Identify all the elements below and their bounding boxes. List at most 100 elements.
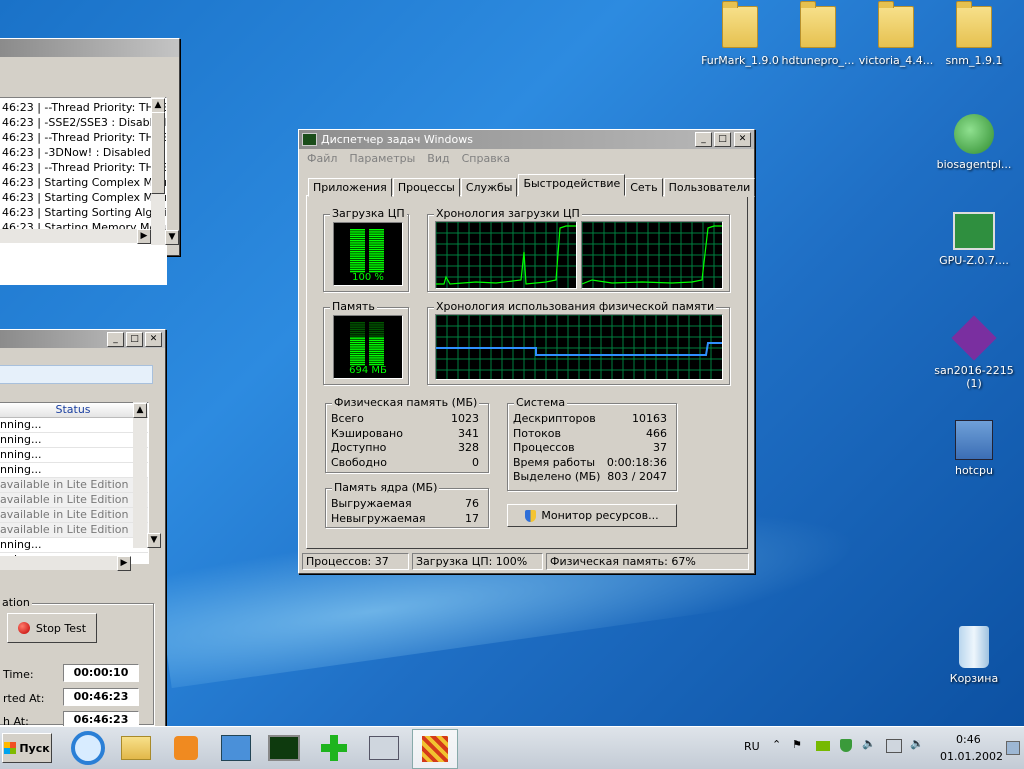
desktop-icon-4[interactable]: biosagentpl... bbox=[929, 114, 1019, 171]
maximize-icon[interactable]: □ bbox=[714, 132, 731, 147]
desktop-icon-2[interactable]: victoria_4.4... bbox=[851, 1, 941, 67]
security-icon[interactable] bbox=[840, 739, 852, 752]
status-table[interactable]: Status nning... nning... nning... nning... a… bbox=[0, 402, 149, 564]
close-icon[interactable]: ✕ bbox=[734, 132, 751, 147]
taskbar-button-1[interactable] bbox=[114, 729, 158, 767]
speaker-icon[interactable]: 🔉 bbox=[910, 737, 924, 750]
tab-2[interactable]: Службы bbox=[460, 178, 518, 197]
desktop-icon-1[interactable]: hdtunepro_... bbox=[773, 1, 863, 67]
status-vscrollbar[interactable]: ▲ ▼ bbox=[133, 402, 161, 548]
status-row[interactable]: available in Lite Edition bbox=[0, 478, 148, 493]
status-row[interactable]: nning... bbox=[0, 463, 148, 478]
tab-5[interactable]: Пользователи bbox=[663, 178, 756, 197]
shield-icon bbox=[525, 509, 537, 522]
scroll-right-icon[interactable]: ▶ bbox=[117, 556, 131, 571]
stat-name: Потоков bbox=[513, 426, 561, 440]
header-band bbox=[0, 365, 153, 384]
status-row[interactable]: nning... bbox=[0, 538, 148, 553]
status-row[interactable]: nning... bbox=[0, 448, 148, 463]
taskbar-button-3[interactable] bbox=[214, 729, 258, 767]
desktop-icon-8[interactable]: Корзина bbox=[929, 626, 1019, 685]
tab-4[interactable]: Сеть bbox=[625, 178, 663, 197]
stat-value: 37 bbox=[653, 441, 667, 454]
language-indicator[interactable]: RU bbox=[744, 740, 760, 753]
nvidia-icon[interactable] bbox=[816, 741, 830, 751]
log-line: 46:23 | Starting Complex Matrix bbox=[2, 191, 167, 204]
minimize-icon[interactable]: _ bbox=[107, 331, 124, 347]
stress-test-window[interactable]: _ □ ✕ Status nning... nning... nning... nni… bbox=[0, 329, 166, 729]
desktop-icon-label: snm_1.9.1 bbox=[945, 54, 1003, 67]
taskbar-button-5[interactable] bbox=[312, 729, 356, 767]
tab-1[interactable]: Процессы bbox=[392, 178, 460, 197]
status-row[interactable]: available in Lite Edition bbox=[0, 508, 148, 523]
field-label: rted At: bbox=[3, 692, 45, 705]
desktop-icon-3[interactable]: snm_1.9.1 bbox=[929, 1, 1019, 67]
taskbar-button-6[interactable] bbox=[362, 729, 406, 767]
maximize-icon[interactable]: □ bbox=[126, 331, 143, 347]
menu-item[interactable]: Параметры bbox=[349, 152, 415, 165]
menu-item[interactable]: Справка bbox=[462, 152, 510, 165]
window-title: Диспетчер задач Windows bbox=[321, 133, 473, 146]
status-column-header[interactable]: Status bbox=[0, 403, 148, 418]
stat-value: 803 / 2047 bbox=[607, 470, 667, 483]
stop-test-button[interactable]: Stop Test bbox=[7, 613, 97, 643]
network-tray-icon[interactable] bbox=[886, 739, 902, 753]
taskbar-button-0[interactable] bbox=[66, 729, 110, 767]
scroll-up-icon[interactable]: ▲ bbox=[133, 403, 147, 418]
cpu-history-graph-core1 bbox=[435, 221, 577, 289]
stat-name: Свободно bbox=[331, 455, 387, 469]
title-bar[interactable]: Диспетчер задач Windows _ □ ✕ bbox=[299, 130, 754, 149]
start-button[interactable]: Пуск bbox=[2, 733, 52, 763]
menu-item[interactable]: Вид bbox=[427, 152, 449, 165]
log-hscrollbar[interactable]: ▶ bbox=[0, 229, 151, 244]
stat-row: Доступно 328 bbox=[331, 441, 483, 456]
scroll-right-icon[interactable]: ▶ bbox=[137, 229, 151, 244]
desktop-icon-0[interactable]: FurMark_1.9.0 bbox=[695, 1, 785, 67]
log-line: 46:23 | --Thread Priority: THREA bbox=[2, 101, 167, 114]
taskbar: Пуск RU ⌃ ⚑ 🔈 🔉 0:46 01.01.2002 bbox=[0, 726, 1024, 769]
tab-3[interactable]: Быстродействие bbox=[518, 174, 626, 196]
log-vscrollbar[interactable]: ▲ ▼ bbox=[151, 97, 179, 245]
cpu-usage-value: 100 % bbox=[352, 272, 384, 283]
status-row[interactable]: nning... bbox=[0, 433, 148, 448]
status-row[interactable]: nning... bbox=[0, 418, 148, 433]
system-tray: RU ⌃ ⚑ 🔈 🔉 0:46 01.01.2002 bbox=[736, 727, 1024, 769]
desktop-icon-6[interactable]: san2016-2215 (1) bbox=[929, 315, 1019, 390]
resource-monitor-button[interactable]: Монитор ресурсов... bbox=[507, 504, 677, 527]
stat-value: 76 bbox=[465, 497, 479, 510]
taskbar-button-4[interactable] bbox=[262, 729, 306, 767]
stat-name: Доступно bbox=[331, 441, 387, 454]
scroll-up-icon[interactable]: ▲ bbox=[151, 98, 165, 113]
log-line: 46:23 | -3DNow! : Disabled bbox=[2, 146, 151, 159]
minimize-icon[interactable]: _ bbox=[695, 132, 712, 147]
log-line: 46:23 | --Thread Priority: THREA bbox=[2, 131, 167, 144]
taskbar-button-7[interactable] bbox=[412, 729, 458, 769]
flag-icon[interactable]: ⚑ bbox=[792, 738, 802, 751]
tab-0[interactable]: Приложения bbox=[308, 178, 392, 197]
show-hidden-icons[interactable]: ⌃ bbox=[772, 738, 781, 751]
stat-name: Выгружаемая bbox=[331, 497, 412, 510]
stat-value: 0 bbox=[472, 455, 479, 469]
scroll-down-icon[interactable]: ▼ bbox=[165, 230, 179, 245]
scroll-down-icon[interactable]: ▼ bbox=[147, 533, 161, 548]
log-list[interactable]: 46:23 | --Thread Priority: THREA 46:23 | … bbox=[0, 97, 167, 285]
menu-item[interactable]: Файл bbox=[307, 152, 337, 165]
stat-row: Всего 1023 bbox=[331, 412, 483, 427]
log-window[interactable]: 46:23 | --Thread Priority: THREA 46:23 | … bbox=[0, 38, 180, 285]
status-row[interactable]: available in Lite Edition bbox=[0, 493, 148, 508]
desktop-icon-7[interactable]: hotcpu bbox=[929, 420, 1019, 477]
clock-time[interactable]: 0:46 bbox=[956, 733, 981, 746]
task-manager-window[interactable]: Диспетчер задач Windows _ □ ✕ Файл Параме… bbox=[298, 129, 756, 574]
status-cpu: Загрузка ЦП: 100% bbox=[412, 553, 543, 570]
close-icon[interactable]: ✕ bbox=[145, 331, 162, 347]
clock-date[interactable]: 01.01.2002 bbox=[940, 750, 1003, 763]
status-hscrollbar[interactable]: ▶ bbox=[0, 556, 131, 571]
show-desktop-button[interactable] bbox=[1006, 741, 1020, 755]
taskbar-button-2[interactable] bbox=[164, 729, 208, 767]
log-line: 46:23 | Starting Sorting Algorithn bbox=[2, 206, 167, 219]
volume-icon[interactable]: 🔈 bbox=[862, 737, 876, 750]
status-row[interactable]: available in Lite Edition bbox=[0, 523, 148, 538]
record-icon bbox=[17, 622, 30, 634]
desktop-icon-5[interactable]: GPU-Z.0.7.... bbox=[929, 212, 1019, 267]
log-line: 46:23 | Starting Complex Matrix bbox=[2, 176, 167, 189]
